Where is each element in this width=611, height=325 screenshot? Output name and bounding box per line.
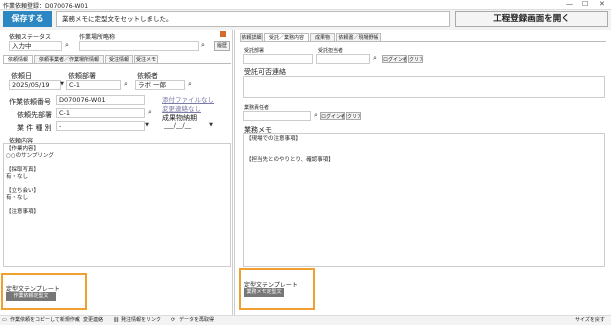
person-input[interactable] [316, 54, 370, 64]
search-icon[interactable]: ⌕ [145, 108, 155, 118]
login-user-button[interactable]: ログイン者 [382, 55, 407, 63]
memo-template-button[interactable]: 業務メモ定型文 [244, 288, 284, 297]
place-label: 作業場所略称 [79, 34, 116, 41]
attachment-icon[interactable] [220, 31, 226, 37]
date-input[interactable]: 2025/05/19 [9, 80, 61, 90]
right-dept-label: 受託部署 [244, 48, 265, 54]
copy-icon[interactable]: ▭ [2, 316, 7, 325]
restore-size-action[interactable]: サイズを戻す [575, 316, 605, 325]
deliver-input[interactable]: ___/__/__ [162, 121, 207, 131]
right-tab-divider [240, 41, 606, 42]
search-icon[interactable]: ⌕ [370, 54, 380, 64]
close-icon[interactable]: ✕ [599, 0, 605, 9]
minimize-icon[interactable]: — [566, 0, 573, 9]
dept-input[interactable]: C-1 [66, 80, 121, 90]
type-label: 業 件 種 別 [17, 124, 52, 132]
status-bar: ▭ 作業依頼をコピーして新規作成 ✎ 変更連絡 ⛓ 発注情報をリンク ⟳ データ… [0, 315, 611, 325]
link-order-action[interactable]: 発注情報をリンク [121, 316, 161, 325]
right-dept-input[interactable] [243, 54, 313, 64]
title-bar: 作業依頼登録：D070076-W01 — ☐ ✕ [0, 0, 611, 10]
status-label: 依頼ステータス [9, 34, 52, 41]
owner-clear-button[interactable]: クリア [346, 112, 361, 120]
search-icon[interactable]: ⌕ [121, 80, 131, 90]
person-label: 受託担当者 [318, 48, 344, 54]
history-button[interactable]: 履歴 [214, 41, 230, 51]
search-icon[interactable]: ⌕ [185, 80, 195, 90]
panel-divider [234, 30, 235, 315]
open-process-button[interactable]: 工程登録画面を開く [455, 11, 608, 27]
type-select[interactable]: - [56, 121, 145, 131]
dest-input[interactable]: C-1 [56, 108, 145, 118]
request-template-button[interactable]: 作業依頼定型文 [6, 292, 56, 301]
copy-new-action[interactable]: 作業依頼をコピーして新規作成 [10, 316, 80, 325]
refresh-icon[interactable]: ⟳ [171, 316, 175, 325]
owner-input[interactable] [243, 111, 311, 121]
maximize-icon[interactable]: ☐ [582, 0, 588, 9]
tab-divider [3, 63, 231, 64]
save-button[interactable]: 保存する [3, 11, 52, 27]
edit-icon[interactable]: ✎ [75, 316, 79, 325]
content-textarea[interactable]: 【作業内容】 ○○のサンプリング 【採取写真】 有・なし 【立ち会い】 有・なし… [3, 143, 231, 267]
refetch-action[interactable]: データを再取得 [179, 316, 214, 325]
reqno-input[interactable]: D070076-W01 [56, 95, 145, 105]
requester-input[interactable]: ラボ 一郎 [135, 80, 185, 90]
place-input[interactable] [79, 41, 199, 51]
change-notice-action[interactable]: 変更連絡 [83, 316, 103, 325]
message-box: 業務メモに定型文をセットしました。 [56, 11, 450, 27]
change-notice-link[interactable]: 変更連絡なし [162, 103, 201, 113]
owner-label: 業務責任者 [244, 105, 270, 111]
clear-button[interactable]: クリア [408, 55, 423, 63]
search-icon[interactable]: ⌕ [198, 41, 208, 51]
status-input[interactable]: 入力中 [9, 41, 62, 51]
contact-textarea[interactable] [243, 76, 605, 98]
dropdown-icon[interactable]: ▼ [143, 121, 151, 131]
window-title: 作業依頼登録：D070076-W01 [3, 3, 89, 10]
dropdown-icon[interactable]: ▼ [58, 80, 66, 90]
link-icon[interactable]: ⛓ [113, 316, 119, 325]
memo-textarea[interactable]: 【現場での注意事項】 【担当先とのやりとり、確認事項】 [243, 133, 605, 267]
owner-login-user-button[interactable]: ログイン者 [320, 112, 345, 120]
search-icon[interactable]: ⌕ [62, 41, 72, 51]
reqno-label: 作業依頼番号 [9, 98, 51, 106]
dest-label: 依頼先部署 [17, 111, 52, 119]
dropdown-icon[interactable]: ▼ [207, 121, 215, 131]
